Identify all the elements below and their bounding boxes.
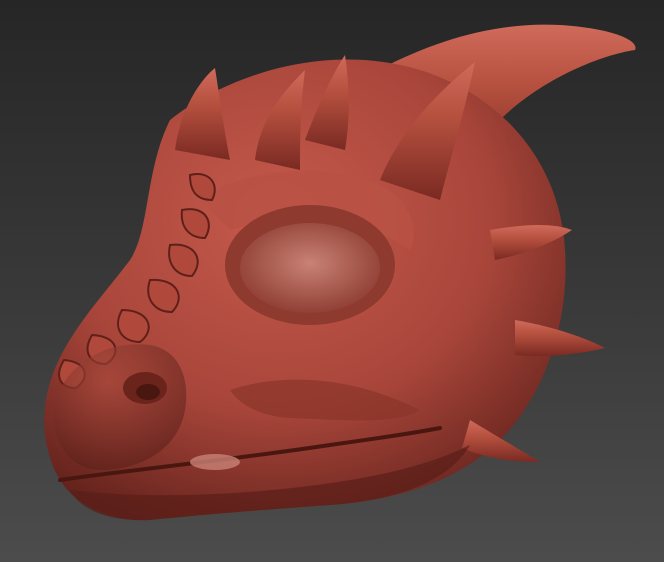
cheek-spike-middle [515,320,605,357]
tongue-tip [190,454,240,470]
eye-socket [240,223,380,313]
dragon-head-model [44,24,636,521]
sculpt-viewport[interactable] [0,0,664,562]
nostril-inner [136,384,160,400]
